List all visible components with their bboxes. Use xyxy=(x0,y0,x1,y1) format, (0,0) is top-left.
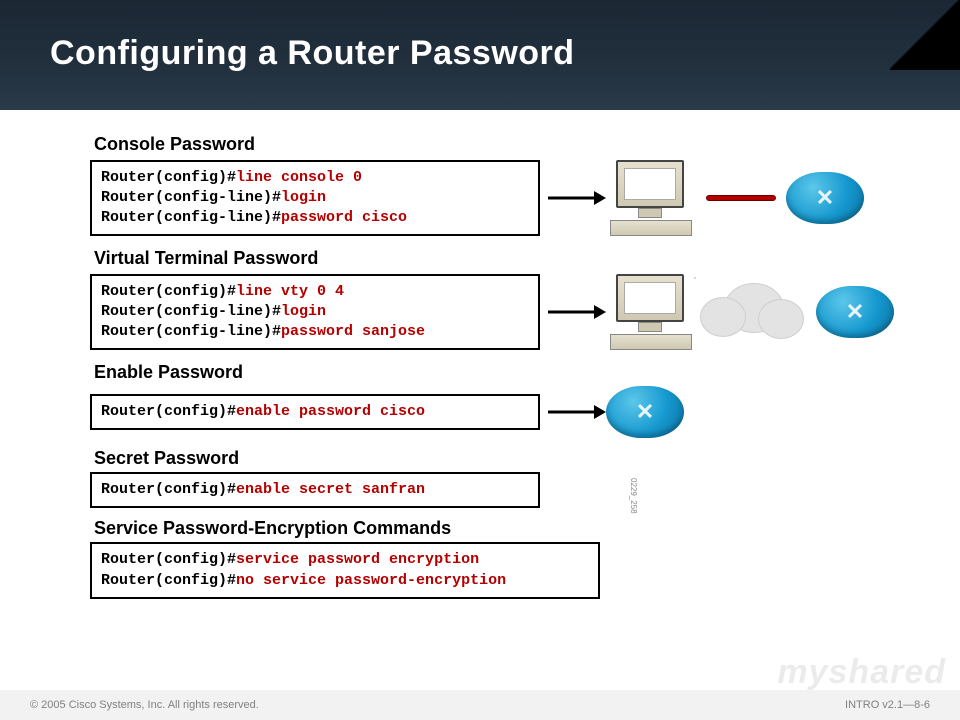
section-label: Virtual Terminal Password xyxy=(94,248,900,269)
prompt: Router(config-line)# xyxy=(101,323,281,340)
code-box-service: Router(config)#service password encrypti… xyxy=(90,542,600,599)
section-label: Enable Password xyxy=(94,362,900,383)
watermark: myshared xyxy=(777,653,946,692)
command: login xyxy=(281,189,326,206)
arrow-icon xyxy=(546,397,606,427)
section-service-encrypt: Service Password-Encryption Commands Rou… xyxy=(90,518,900,599)
prompt: Router(config-line)# xyxy=(101,189,281,206)
computer-icon xyxy=(606,158,696,238)
graphic-vty: ✕ xyxy=(606,272,894,352)
slide-content: Console Password Router(config)#line con… xyxy=(0,110,960,599)
code-box-vty: Router(config)#line vty 0 4 Router(confi… xyxy=(90,274,540,351)
slide-number: INTRO v2.1—8-6 xyxy=(845,699,930,711)
section-label: Secret Password xyxy=(94,448,900,469)
command: line vty 0 4 xyxy=(236,283,344,300)
arrow-icon xyxy=(546,183,606,213)
section-enable: Enable Password Router(config)#enable pa… xyxy=(90,362,900,438)
code-box-console: Router(config)#line console 0 Router(con… xyxy=(90,160,540,237)
graphic-router: ✕ xyxy=(606,386,684,438)
corner-accent xyxy=(890,0,960,70)
command: enable secret sanfran xyxy=(236,481,425,498)
command: login xyxy=(281,303,326,320)
slide-footer: © 2005 Cisco Systems, Inc. All rights re… xyxy=(0,690,960,720)
section-console: Console Password Router(config)#line con… xyxy=(90,134,900,238)
section-label: Console Password xyxy=(94,134,900,155)
command: password sanjose xyxy=(281,323,425,340)
prompt: Router(config)# xyxy=(101,283,236,300)
command: password cisco xyxy=(281,209,407,226)
router-icon: ✕ xyxy=(606,386,684,438)
prompt: Router(config)# xyxy=(101,551,236,568)
copyright: © 2005 Cisco Systems, Inc. All rights re… xyxy=(30,699,259,711)
graphic-console: ✕ xyxy=(606,158,864,238)
router-icon: ✕ xyxy=(816,286,894,338)
prompt: Router(config)# xyxy=(101,169,236,186)
section-secret: Secret Password Router(config)#enable se… xyxy=(90,448,900,508)
command: line console 0 xyxy=(236,169,362,186)
section-label: Service Password-Encryption Commands xyxy=(94,518,900,539)
code-box-secret: Router(config)#enable secret sanfran xyxy=(90,472,540,508)
router-icon: ✕ xyxy=(786,172,864,224)
section-vty: Virtual Terminal Password Router(config)… xyxy=(90,248,900,352)
code-box-enable: Router(config)#enable password cisco xyxy=(90,394,540,430)
prompt: Router(config)# xyxy=(101,403,236,420)
title-bar: Configuring a Router Password xyxy=(0,0,960,110)
prompt: Router(config)# xyxy=(101,481,236,498)
computer-icon xyxy=(606,272,696,352)
cloud-icon xyxy=(694,277,814,347)
figure-code: 0229_258 xyxy=(629,478,638,514)
command: no service password-encryption xyxy=(236,572,506,589)
prompt: Router(config)# xyxy=(101,572,236,589)
command: enable password cisco xyxy=(236,403,425,420)
prompt: Router(config-line)# xyxy=(101,209,281,226)
console-cable xyxy=(706,195,776,201)
command: service password encryption xyxy=(236,551,479,568)
slide-title: Configuring a Router Password xyxy=(50,34,910,73)
prompt: Router(config-line)# xyxy=(101,303,281,320)
arrow-icon xyxy=(546,297,606,327)
